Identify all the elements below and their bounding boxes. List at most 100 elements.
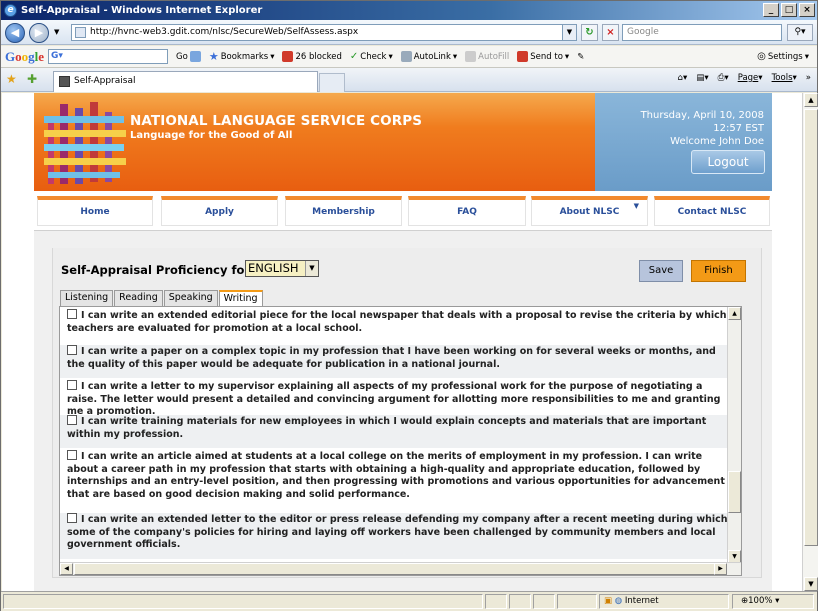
nav-contact[interactable]: Contact NLSC <box>654 196 770 226</box>
pencil-icon[interactable]: ✎ <box>577 52 584 62</box>
statement-checkbox[interactable] <box>67 415 77 425</box>
site-container: NATIONAL LANGUAGE SERVICE CORPS Language… <box>34 93 772 591</box>
statement-checkbox[interactable] <box>67 380 77 390</box>
dropdown-arrow-icon: ▼ <box>633 202 639 210</box>
statement-checkbox[interactable] <box>67 309 77 319</box>
statement-checkbox[interactable] <box>67 345 77 355</box>
back-button[interactable]: ◀ <box>5 23 25 43</box>
self-appraisal-form: Self-Appraisal Proficiency for: ENGLISH … <box>52 248 762 578</box>
history-dropdown-icon[interactable]: ▼ <box>54 28 59 36</box>
list-horizontal-scrollbar[interactable]: ◀ ▶ <box>60 562 741 575</box>
search-input[interactable]: Google <box>622 24 782 41</box>
favorites-star-icon[interactable]: ★ <box>6 72 17 86</box>
org-tagline: Language for the Good of All <box>130 130 293 141</box>
page-scroll-thumb[interactable] <box>804 109 818 546</box>
page-scroll-down-icon[interactable]: ▼ <box>804 577 818 591</box>
check-icon: ✓ <box>349 51 359 62</box>
autofill-button[interactable]: AutoFill <box>465 51 509 62</box>
forward-button[interactable]: ▶ <box>29 23 49 43</box>
logout-button[interactable]: Logout <box>691 150 765 174</box>
statement-checkbox[interactable] <box>67 450 77 460</box>
nav-membership[interactable]: Membership <box>285 196 402 226</box>
tab-speaking[interactable]: Speaking <box>163 290 218 306</box>
home-icon[interactable]: ⌂▾ <box>678 73 688 83</box>
popup-blocked-icon <box>282 51 294 62</box>
list-vertical-scrollbar[interactable]: ▲ ▼ <box>727 307 741 563</box>
globe-icon: ◍ <box>614 596 623 606</box>
close-window-button[interactable]: × <box>799 3 815 17</box>
spellcheck-button[interactable]: ✓ Check ▾ <box>350 51 393 62</box>
toolbar-overflow-icon[interactable]: » <box>806 73 811 83</box>
list-item: I can write a paper on a complex topic i… <box>60 345 728 378</box>
nav-faq[interactable]: FAQ <box>408 196 526 226</box>
autofill-icon <box>465 51 477 62</box>
address-toolbar: ◀ ▶ ▼ http://hvnc-web3.gdit.com/nlsc/Sec… <box>1 20 817 45</box>
list-item: I can write an extended editorial piece … <box>60 309 728 343</box>
nav-apply[interactable]: Apply <box>161 196 278 226</box>
security-zone[interactable]: ▣ ◍ Internet <box>599 594 729 609</box>
autolink-icon <box>400 51 412 62</box>
status-text <box>3 594 483 609</box>
list-scroll-thumb[interactable] <box>728 471 741 513</box>
minimize-button[interactable]: _ <box>763 3 779 17</box>
google-toolbar: Google G▾ Go ★ Bookmarks ▾ 26 blocked ✓ Che… <box>1 46 817 68</box>
bookmarks-button[interactable]: ★ Bookmarks ▾ <box>209 50 275 63</box>
scroll-up-icon[interactable]: ▲ <box>728 307 741 320</box>
search-icon[interactable]: ⚲▾ <box>787 24 813 41</box>
scroll-right-icon[interactable]: ▶ <box>714 563 727 575</box>
feeds-icon[interactable]: ▤▾ <box>696 73 708 83</box>
tab-bar: ★ ✚ Self-Appraisal ⌂▾ ▤▾ ⎙▾ Page▾ Tools▾… <box>1 68 817 92</box>
language-dropdown-icon[interactable]: ▼ <box>305 261 318 276</box>
autolink-button[interactable]: AutoLink ▾ <box>400 51 457 62</box>
address-text: http://hvnc-web3.gdit.com/nlsc/SecureWeb… <box>90 27 359 37</box>
refresh-icon[interactable]: ↻ <box>581 24 598 41</box>
site-header: NATIONAL LANGUAGE SERVICE CORPS Language… <box>34 93 595 191</box>
tab-favicon <box>59 76 70 87</box>
page-scroll-up-icon[interactable]: ▲ <box>804 93 818 107</box>
current-date: Thursday, April 10, 2008 <box>640 110 764 121</box>
statement-text: I can write a letter to my supervisor ex… <box>67 381 721 417</box>
current-time: 12:57 EST <box>713 123 764 134</box>
google-logo: Google <box>5 48 45 64</box>
address-dropdown-icon[interactable]: ▼ <box>562 25 576 40</box>
address-field[interactable]: http://hvnc-web3.gdit.com/nlsc/SecureWeb… <box>71 24 577 41</box>
nav-home[interactable]: Home <box>37 196 153 226</box>
scroll-left-icon[interactable]: ◀ <box>60 563 73 575</box>
list-hscroll-thumb[interactable] <box>74 563 724 575</box>
list-item: I can write a letter to my supervisor ex… <box>60 380 728 417</box>
save-button[interactable]: Save <box>639 260 683 282</box>
sendto-button[interactable]: Send to ▾ <box>517 51 569 62</box>
status-cell <box>485 594 507 609</box>
main-nav: Home Apply Membership FAQ About NLSC ▼ Co… <box>34 191 772 231</box>
settings-button[interactable]: ◎ Settings ▾ <box>757 51 809 62</box>
page-scrollbar[interactable]: ▲ ▼ <box>802 93 818 591</box>
star-icon: ★ <box>208 50 219 63</box>
zoom-control[interactable]: ⊕100% ▾ <box>732 594 814 609</box>
window-title: Self-Appraisal - Windows Internet Explor… <box>21 5 263 16</box>
statement-checkbox[interactable] <box>67 513 77 523</box>
maximize-button[interactable]: □ <box>781 3 797 17</box>
tab-title: Self-Appraisal <box>74 76 136 86</box>
stop-icon[interactable]: × <box>602 24 619 41</box>
nav-about[interactable]: About NLSC ▼ <box>531 196 648 226</box>
user-panel: Thursday, April 10, 2008 12:57 EST Welco… <box>595 93 772 191</box>
tab-writing[interactable]: Writing <box>218 290 263 307</box>
browser-tab[interactable]: Self-Appraisal <box>53 71 318 92</box>
language-select[interactable]: ENGLISH ▼ <box>245 260 319 277</box>
google-search-input[interactable]: G▾ <box>48 49 169 64</box>
skill-tabs: Listening Reading Speaking Writing <box>60 290 264 307</box>
finish-button[interactable]: Finish <box>691 260 746 282</box>
popup-blocker-button[interactable]: 26 blocked <box>282 51 342 62</box>
go-button[interactable]: Go <box>176 51 201 62</box>
print-icon[interactable]: ⎙▾ <box>718 73 729 83</box>
page-menu[interactable]: Page▾ <box>738 73 763 83</box>
tools-menu[interactable]: Tools▾ <box>772 73 797 83</box>
tab-listening[interactable]: Listening <box>60 290 114 306</box>
status-cell <box>557 594 597 609</box>
add-favorite-icon[interactable]: ✚ <box>27 72 37 86</box>
lock-icon: ▣ <box>604 596 613 606</box>
new-tab-button[interactable] <box>319 73 345 92</box>
tab-reading[interactable]: Reading <box>114 290 163 306</box>
statement-text: I can write an extended editorial piece … <box>67 310 727 334</box>
zoom-level: 100% <box>748 596 773 606</box>
